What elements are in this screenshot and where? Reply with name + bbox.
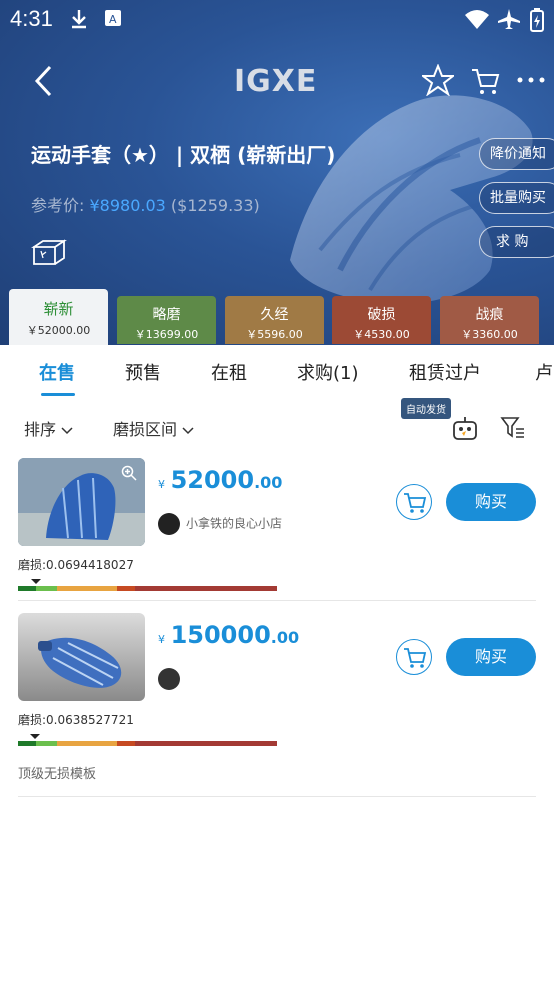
wear-tab-price: ￥13699.00	[134, 328, 199, 341]
add-to-cart-button[interactable]	[396, 639, 432, 675]
cart-icon[interactable]	[470, 66, 500, 96]
auto-delivery-badge: 自动发货	[401, 398, 451, 419]
active-tab-indicator	[41, 393, 75, 396]
wear-range-label: 磨损区间	[113, 420, 178, 439]
price-decimal: .00	[270, 628, 300, 647]
wear-pointer	[29, 734, 40, 739]
wear-tab-factory-new[interactable]: 崭新 ￥52000.00	[9, 289, 108, 345]
inspect-box-icon[interactable]	[31, 238, 67, 266]
buy-button[interactable]: 购买	[446, 638, 536, 676]
add-to-cart-button[interactable]	[396, 484, 432, 520]
wear-range-dropdown[interactable]: 磨损区间	[113, 416, 194, 440]
status-time: 4:31	[10, 6, 53, 31]
wear-tab-name: 破损	[367, 307, 396, 323]
wear-tab-price: ￥4530.00	[353, 328, 410, 341]
want-buy-button[interactable]: 求 购	[479, 226, 554, 258]
chevron-down-icon	[182, 427, 194, 435]
download-icon	[72, 10, 86, 29]
currency-symbol: ¥	[158, 478, 165, 491]
seller-avatar	[158, 668, 180, 690]
wear-tab-name: 略磨	[152, 307, 181, 323]
wear-value: 磨损:0.0638527721	[18, 713, 134, 727]
price-alert-button[interactable]: 降价通知	[479, 138, 554, 170]
tab-buy-orders[interactable]: 求购(1)	[297, 359, 359, 385]
wear-tab-well-worn[interactable]: 破损 ￥4530.00	[332, 296, 431, 344]
cart-icon	[404, 493, 427, 513]
listing-thumbnail[interactable]	[18, 613, 145, 701]
more-icon[interactable]	[516, 76, 546, 84]
listing-item[interactable]: ¥ 150000.00 购买 磨损:0.0638527721 顶级无损模板	[18, 613, 536, 783]
listing-divider	[18, 796, 536, 797]
wear-tab-name: 久经	[260, 307, 289, 323]
filter-icon[interactable]	[500, 415, 526, 441]
sort-label: 排序	[24, 420, 57, 439]
tab-more[interactable]: 卢	[535, 359, 553, 385]
svg-text:A: A	[109, 13, 117, 26]
listing-item[interactable]: ¥ 52000.00 小拿铁的良心小店 购买 磨损:0.0694418027	[18, 458, 536, 598]
wear-tab-name: 战痕	[475, 307, 504, 323]
wear-tab-battle-scarred[interactable]: 战痕 ￥3360.00	[440, 296, 539, 344]
seller-info[interactable]: 小拿铁的良心小店	[158, 513, 282, 535]
buy-button[interactable]: 购买	[446, 483, 536, 521]
wifi-icon	[465, 10, 489, 29]
market-tabs: 在售 预售 在租 求购(1) 租赁过户 卢	[0, 345, 554, 397]
listing-price: ¥ 150000.00	[158, 621, 299, 649]
reference-price-cny: ¥8980.03	[89, 196, 166, 215]
airplane-icon	[498, 9, 520, 29]
bulk-buy-button[interactable]: 批量购买	[479, 182, 554, 214]
cart-icon	[404, 648, 427, 668]
battery-icon	[530, 8, 544, 32]
notification-app-icon: A	[105, 10, 121, 26]
listing-note: 顶级无损模板	[18, 767, 97, 782]
price-integer: 150000	[170, 621, 271, 649]
tab-on-sale[interactable]: 在售	[39, 359, 75, 385]
price-integer: 52000	[170, 466, 255, 494]
listing-price: ¥ 52000.00	[158, 466, 282, 494]
chevron-down-icon	[61, 427, 73, 435]
wear-tab-price: ￥3360.00	[461, 328, 518, 341]
price-decimal: .00	[254, 473, 283, 492]
zoom-icon[interactable]	[121, 465, 137, 481]
listing-thumbnail[interactable]	[18, 458, 145, 546]
currency-symbol: ¥	[158, 633, 165, 646]
wear-tab-price: ￥5596.00	[246, 328, 303, 341]
wear-tab-field-tested[interactable]: 久经 ￥5596.00	[225, 296, 324, 344]
wear-tab-name: 崭新	[43, 300, 74, 318]
reference-price-usd: ($1259.33)	[170, 196, 260, 215]
listing-divider	[18, 600, 536, 601]
screen: 4:31 A IGXE 运动手套（★） | 双栖 (崭新出厂) 参考价: ¥89…	[0, 0, 554, 984]
star-icon[interactable]	[422, 64, 454, 96]
wear-tab-price: ￥52000.00	[26, 324, 91, 337]
wear-scale-bar	[18, 741, 277, 746]
status-bar: 4:31 A	[0, 0, 554, 38]
sort-dropdown[interactable]: 排序	[24, 416, 73, 440]
wear-scale-bar	[18, 586, 277, 591]
tab-lease-transfer[interactable]: 租赁过户	[409, 359, 481, 385]
glove-thumbnail-image	[38, 637, 122, 688]
back-icon[interactable]	[33, 65, 53, 97]
wear-value: 磨损:0.0694418027	[18, 558, 134, 572]
auto-delivery-robot-icon[interactable]	[451, 414, 479, 442]
reference-price-label: 参考价:	[31, 196, 90, 215]
filter-bar: 排序 磨损区间	[0, 397, 554, 457]
wear-pointer	[30, 579, 41, 584]
item-title: 运动手套（★） | 双栖 (崭新出厂)	[31, 143, 336, 167]
seller-avatar	[158, 513, 180, 535]
wear-tab-minimal-wear[interactable]: 略磨 ￥13699.00	[117, 296, 216, 344]
seller-info[interactable]	[158, 668, 186, 690]
app-logo: IGXE	[234, 64, 318, 99]
seller-name: 小拿铁的良心小店	[186, 516, 283, 531]
tab-presale[interactable]: 预售	[125, 359, 161, 385]
tab-rent[interactable]: 在租	[211, 359, 247, 385]
item-header: 4:31 A IGXE 运动手套（★） | 双栖 (崭新出厂) 参考价: ¥89…	[0, 0, 554, 345]
reference-price: 参考价: ¥8980.03 ($1259.33)	[31, 192, 260, 216]
